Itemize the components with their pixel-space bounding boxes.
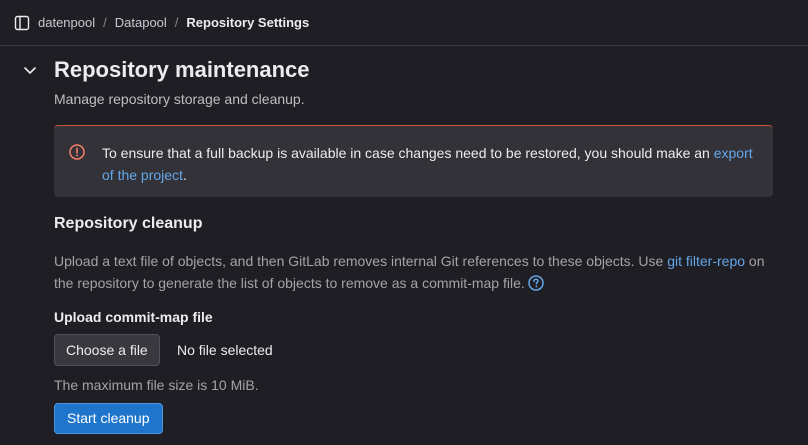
choose-file-button[interactable]: Choose a file (54, 334, 160, 366)
breadcrumb-item-group[interactable]: datenpool (38, 15, 95, 31)
breadcrumb-separator: / (103, 15, 107, 30)
alert-message: To ensure that a full backup is availabl… (102, 142, 762, 186)
section-description: Manage repository storage and cleanup. (54, 91, 305, 107)
top-bar: datenpool / Datapool / Repository Settin… (0, 0, 808, 46)
section-title: Repository maintenance (54, 57, 310, 82)
sidebar-toggle-icon[interactable] (14, 15, 30, 31)
breadcrumb-separator: / (174, 15, 179, 30)
cleanup-title: Repository cleanup (54, 215, 203, 232)
start-cleanup-button[interactable]: Start cleanup (54, 403, 163, 434)
upload-commit-map-label: Upload commit-map file (54, 309, 213, 325)
cleanup-text-before: Upload a text file of objects, and then … (54, 253, 668, 269)
backup-alert: To ensure that a full backup is availabl… (54, 125, 773, 197)
question-circle-icon[interactable] (528, 275, 544, 291)
cleanup-description: Upload a text file of objects, and then … (54, 250, 774, 294)
breadcrumb: datenpool / Datapool / Repository Settin… (38, 15, 309, 31)
error-circle-icon (69, 144, 85, 160)
alert-text-after: . (182, 167, 187, 183)
alert-text-before: To ensure that a full backup is availabl… (102, 145, 714, 161)
breadcrumb-item-project[interactable]: Datapool (115, 15, 167, 31)
chevron-down-icon[interactable] (22, 62, 38, 78)
file-status: No file selected (177, 342, 273, 358)
max-file-size-note: The maximum file size is 10 MiB. (54, 377, 259, 393)
breadcrumb-item-current[interactable]: Repository Settings (186, 15, 309, 31)
git-filter-repo-link[interactable]: git filter-repo (667, 253, 745, 269)
